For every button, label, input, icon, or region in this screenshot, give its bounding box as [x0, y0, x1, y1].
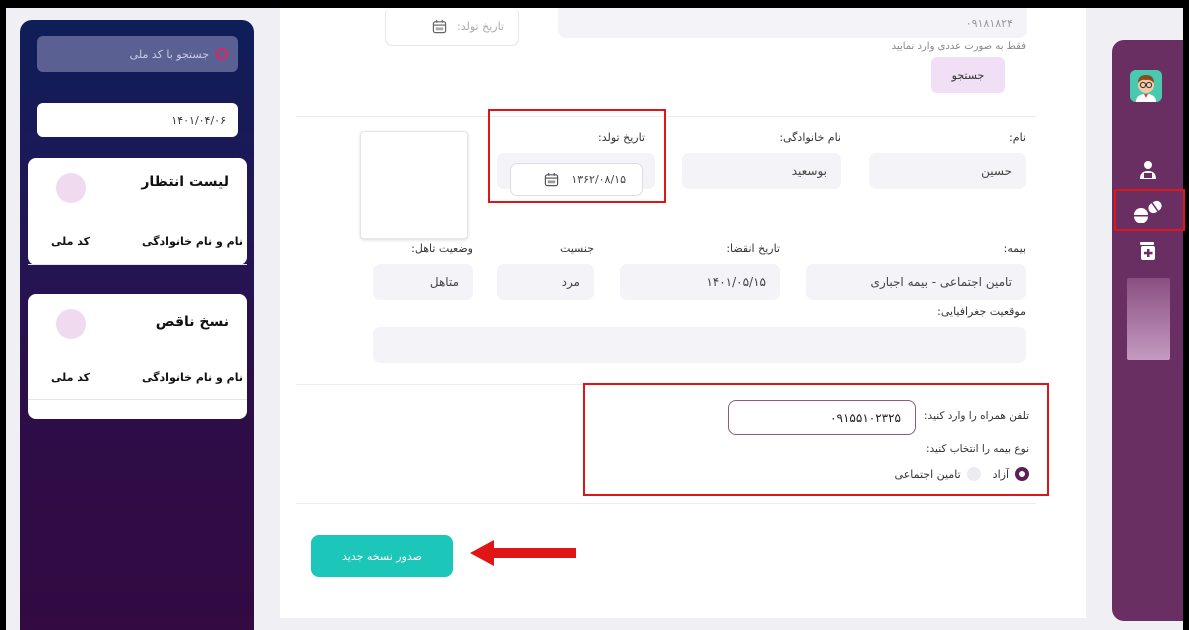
- name-label: نام:: [1009, 131, 1026, 144]
- geo-label: موقعیت جغرافیایی:: [937, 305, 1026, 318]
- radio-free-label[interactable]: آزاد: [993, 468, 1009, 481]
- radio-social[interactable]: [966, 467, 981, 481]
- insurance-type-label: نوع بیمه را انتخاب کنید:: [926, 443, 1029, 455]
- insurance-value: تامین اجتماعی - بیمه اجباری: [870, 275, 1012, 289]
- search-icon: [216, 48, 228, 60]
- incomplete-count-badge: [56, 309, 86, 339]
- insurance-label: بیمه:: [1003, 242, 1026, 255]
- frame-border-left: [0, 0, 6, 630]
- gender-label: جنسیت: [559, 242, 594, 255]
- phone-label: تلفن همراه را وارد کنید:: [924, 410, 1029, 422]
- divider: [28, 399, 247, 400]
- marital-value: متاهل: [429, 275, 459, 289]
- expiry-value: ۱۴۰۱/۰۵/۱۵: [706, 275, 766, 289]
- gender-value: مرد: [561, 275, 580, 289]
- incomplete-card: نسخ ناقص نام و نام خانوادگی کد ملی: [28, 294, 247, 419]
- search-button[interactable]: جستجو: [931, 57, 1005, 93]
- search-birthdate-input[interactable]: تاریخ تولد:: [385, 8, 519, 46]
- search-national-id-input[interactable]: ۰۹۱۸۱۸۲۴: [558, 8, 1027, 38]
- calendar-icon: [544, 172, 559, 187]
- search-button-label: جستجو: [951, 68, 985, 82]
- waitlist-count-badge: [56, 173, 86, 203]
- arrow-left-icon: [470, 540, 576, 566]
- phone-value: ۰۹۱۵۵۱۰۲۳۲۵: [830, 410, 901, 425]
- name-field: حسین: [869, 153, 1026, 189]
- family-field: بوسعید: [682, 153, 841, 189]
- sidebar-search-input[interactable]: جستجو با کد ملی: [37, 36, 238, 72]
- phone-input[interactable]: ۰۹۱۵۵۱۰۲۳۲۵: [728, 400, 916, 435]
- issue-new-prescription-button[interactable]: صدور نسخه جدید: [311, 535, 453, 577]
- rail-gradient-panel: [1127, 278, 1170, 360]
- divider: [296, 503, 1036, 504]
- gender-field: مرد: [497, 264, 594, 300]
- birthdate-picker[interactable]: ۱۳۶۲/۰۸/۱۵: [510, 163, 643, 196]
- birthdate-label: تاریخ تولد:: [598, 131, 645, 144]
- national-id-value: ۰۹۱۸۱۸۲۴: [965, 16, 1013, 30]
- add-prescription-icon[interactable]: [1137, 240, 1159, 262]
- frame-border-right: [1183, 0, 1189, 630]
- radio-free[interactable]: [1015, 467, 1029, 481]
- insurance-type-radio-group: آزاد تامین اجتماعی: [855, 464, 1029, 484]
- waitlist-col-name: نام و نام خانوادگی: [142, 235, 243, 248]
- doctor-avatar-icon[interactable]: [1130, 70, 1162, 102]
- incomplete-col-name: نام و نام خانوادگی: [142, 371, 243, 384]
- waitlist-card: لیست انتظار نام و نام خانوادگی کد ملی: [28, 158, 247, 265]
- family-value: بوسعید: [791, 164, 827, 178]
- family-label: نام خانوادگی:: [779, 131, 841, 144]
- waitlist-col-id: کد ملی: [51, 235, 91, 248]
- divider: [28, 264, 247, 265]
- marital-field: متاهل: [373, 264, 473, 300]
- numeric-hint: فقط به صورت عددی وارد نمایید: [891, 41, 1026, 52]
- user-icon[interactable]: [1136, 158, 1160, 182]
- frame-border-top: [0, 0, 1189, 8]
- pills-icon[interactable]: [1130, 196, 1166, 224]
- geo-field: [373, 327, 1026, 363]
- incomplete-title: نسخ ناقص: [155, 314, 229, 330]
- waitlist-title: لیست انتظار: [141, 174, 229, 190]
- marital-label: وضعیت تاهل:: [411, 242, 473, 255]
- sidebar-date: ۱۴۰۱/۰۴/۰۶: [37, 103, 238, 137]
- patient-photo: [360, 131, 468, 239]
- divider: [296, 116, 1036, 117]
- birthdate-value: ۱۳۶۲/۰۸/۱۵: [571, 173, 626, 186]
- search-birthdate-placeholder: تاریخ تولد:: [457, 20, 504, 33]
- radio-social-label[interactable]: تامین اجتماعی: [895, 468, 961, 481]
- expiry-label: تاریخ انقضا:: [726, 242, 780, 255]
- search-placeholder: جستجو با کد ملی: [129, 47, 209, 61]
- expiry-field: ۱۴۰۱/۰۵/۱۵: [620, 264, 780, 300]
- issue-button-label: صدور نسخه جدید: [341, 549, 422, 563]
- name-value: حسین: [981, 164, 1012, 178]
- incomplete-col-id: کد ملی: [51, 371, 91, 384]
- calendar-icon: [432, 19, 447, 34]
- date-value: ۱۴۰۱/۰۴/۰۶: [171, 113, 226, 127]
- insurance-field: تامین اجتماعی - بیمه اجباری: [806, 264, 1026, 300]
